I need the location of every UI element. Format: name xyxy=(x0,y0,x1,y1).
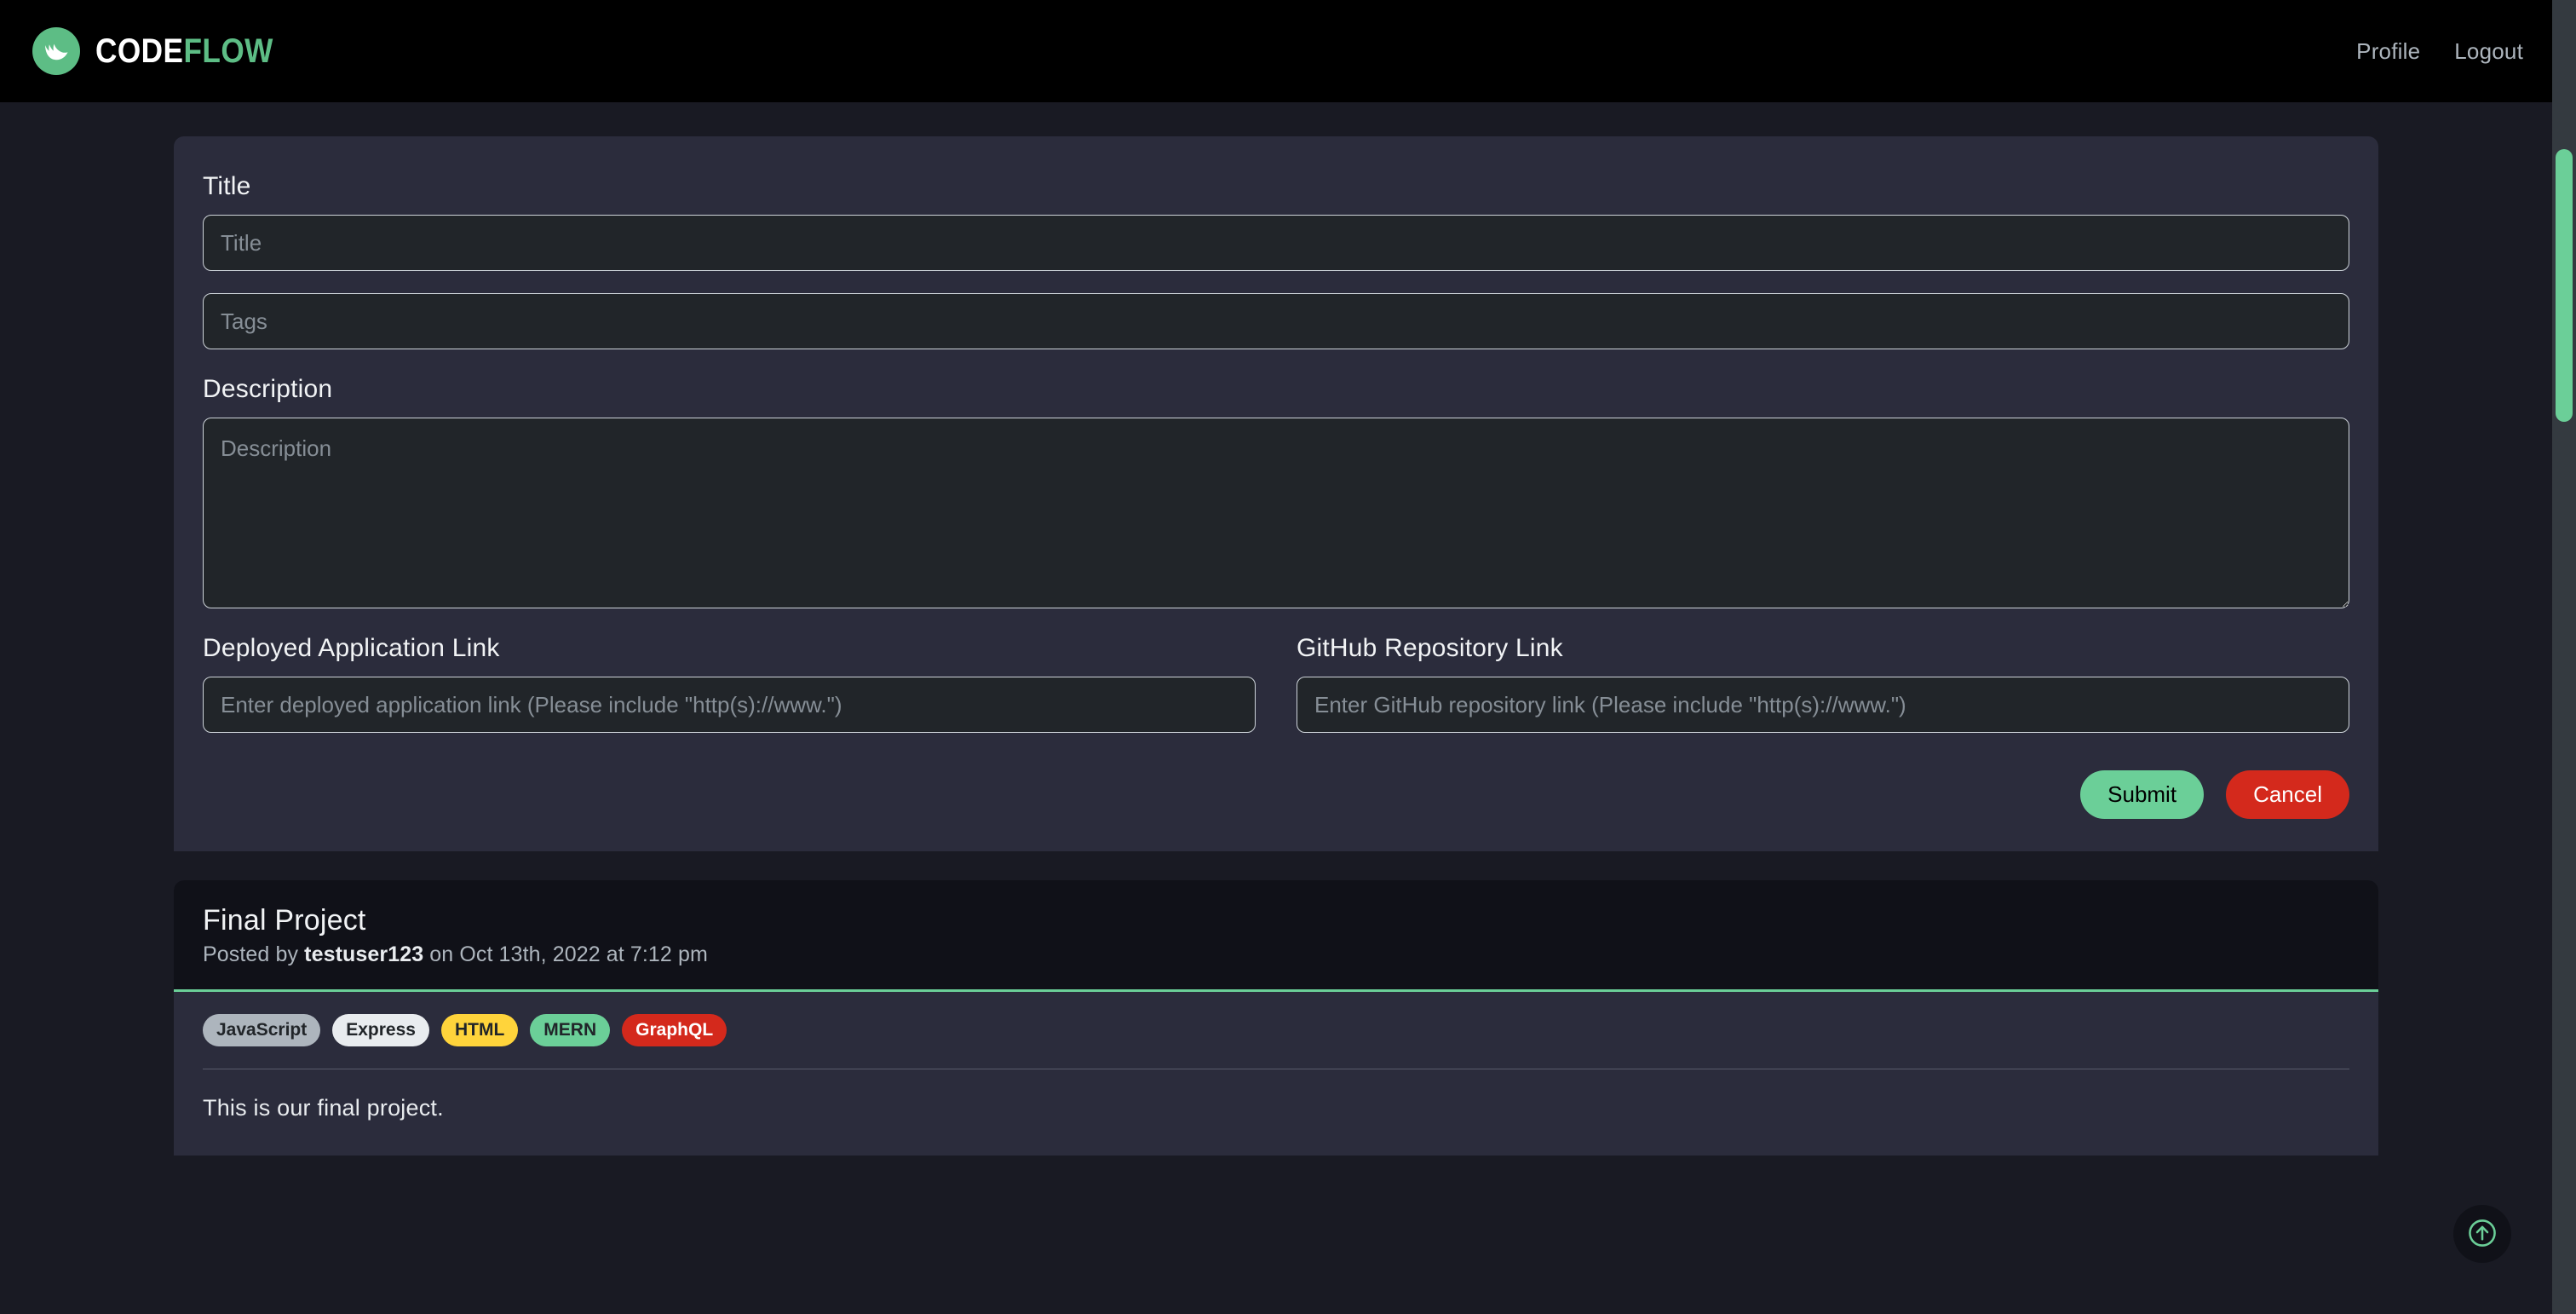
tags-input[interactable] xyxy=(203,293,2349,349)
page-scrollbar-thumb[interactable] xyxy=(2556,149,2573,422)
arrow-up-circle-icon xyxy=(2466,1217,2498,1252)
github-link-field: GitHub Repository Link xyxy=(1297,634,2349,733)
brand-text: CODEFLOW xyxy=(95,32,273,71)
project-title: Final Project xyxy=(203,903,366,937)
posted-date: on Oct 13th, 2022 at 7:12 pm xyxy=(429,942,708,966)
project-description: This is our final project. xyxy=(203,1094,444,1121)
title-input[interactable] xyxy=(203,215,2349,271)
project-tag-list: JavaScript Express HTML MERN GraphQL xyxy=(203,1013,2349,1046)
form-actions: Submit Cancel xyxy=(203,770,2349,819)
project-author[interactable]: testuser123 xyxy=(304,942,423,966)
description-label: Description xyxy=(203,375,333,403)
project-form-card: Title Description Deployed Application L… xyxy=(174,136,2378,851)
scrollbar-top-cap xyxy=(2552,0,2576,51)
nav-link-profile[interactable]: Profile xyxy=(2356,38,2420,65)
deployed-link-label: Deployed Application Link xyxy=(203,634,500,662)
project-tag[interactable]: HTML xyxy=(440,1013,519,1046)
page-scroll-container: CODEFLOW Profile Logout Title Descriptio… xyxy=(0,0,2552,1314)
project-tag[interactable]: GraphQL xyxy=(622,1013,727,1046)
top-navbar: CODEFLOW Profile Logout xyxy=(0,0,2552,102)
project-tag[interactable]: MERN xyxy=(530,1013,611,1046)
brand-flow-text: FLOW xyxy=(183,32,273,70)
posted-by-prefix: Posted by xyxy=(203,942,299,966)
project-header: Final Project Posted by testuser123 on O… xyxy=(174,879,2378,992)
main-content: Title Description Deployed Application L… xyxy=(0,102,2552,1156)
cancel-button[interactable]: Cancel xyxy=(2226,770,2349,819)
brand-logo-link[interactable]: CODEFLOW xyxy=(32,27,297,75)
submit-button[interactable]: Submit xyxy=(2080,770,2205,819)
github-link-label: GitHub Repository Link xyxy=(1297,634,1563,662)
nav-link-logout[interactable]: Logout xyxy=(2454,38,2523,65)
brand-code-text: CODE xyxy=(95,32,184,70)
nav-links: Profile Logout xyxy=(2356,38,2523,65)
link-fields-row: Deployed Application Link GitHub Reposit… xyxy=(203,634,2349,733)
deployed-link-input[interactable] xyxy=(203,677,1256,733)
flame-logo-icon xyxy=(32,27,80,75)
title-label: Title xyxy=(203,172,251,200)
project-tag[interactable]: Express xyxy=(332,1013,429,1046)
project-post-card[interactable]: Final Project Posted by testuser123 on O… xyxy=(174,879,2378,1156)
project-body: JavaScript Express HTML MERN GraphQL This is… xyxy=(174,992,2378,1156)
deployed-link-field: Deployed Application Link xyxy=(203,634,1256,733)
scroll-to-top-button[interactable] xyxy=(2453,1205,2511,1263)
project-tag[interactable]: JavaScript xyxy=(203,1013,321,1046)
description-textarea[interactable] xyxy=(203,418,2349,608)
project-meta: Posted by testuser123 on Oct 13th, 2022 … xyxy=(203,942,2349,967)
page-scrollbar-track[interactable] xyxy=(2552,51,2576,1314)
github-link-input[interactable] xyxy=(1297,677,2349,733)
